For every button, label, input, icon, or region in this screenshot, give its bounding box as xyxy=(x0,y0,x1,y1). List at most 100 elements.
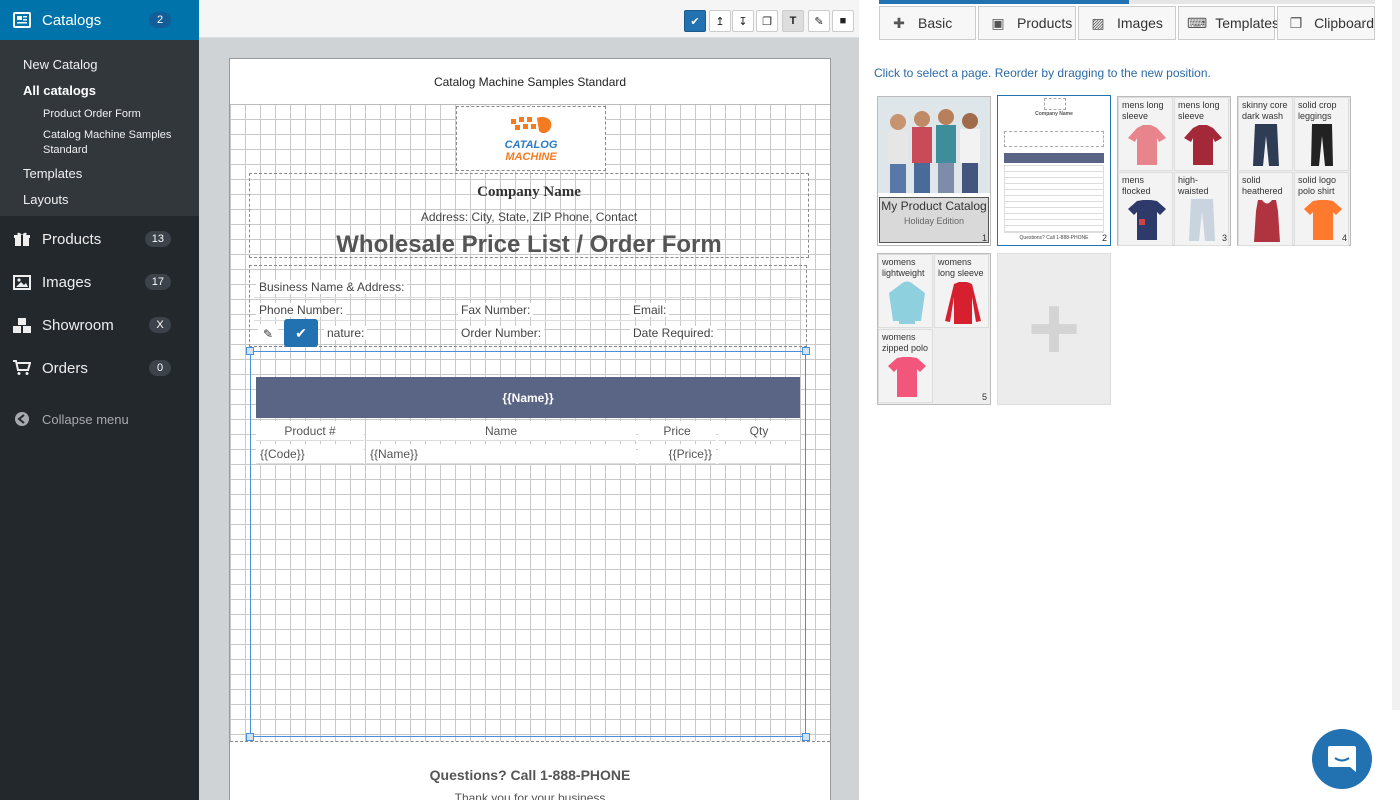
pin-icon: ✎ xyxy=(814,15,824,28)
product-cell: womens long sleeve xyxy=(934,254,989,328)
customer-fields-block[interactable]: Business Name & Address: Phone Number: F… xyxy=(249,265,807,347)
delete-button[interactable]: ■ xyxy=(832,10,854,32)
tab-products-label: Products xyxy=(1017,15,1073,31)
edit-block-button[interactable]: ✎ xyxy=(258,324,278,344)
cover-title-block: My Product Catalog Holiday Edition xyxy=(879,197,989,243)
product-label: mens flocked xyxy=(1122,175,1151,196)
nav-products[interactable]: Products 13 xyxy=(0,219,199,259)
collapse-menu-button[interactable]: Collapse menu xyxy=(0,404,199,434)
submenu-catalog-machine-samples[interactable]: Catalog Machine Samples Standard xyxy=(43,128,183,158)
cart-icon xyxy=(12,358,32,378)
move-down-button[interactable]: ↧ xyxy=(732,10,754,32)
submenu-all-catalogs[interactable]: All catalogs xyxy=(23,83,96,98)
business-field-label: Business Name & Address: xyxy=(256,280,408,294)
email-field-label: Email: xyxy=(630,303,670,317)
catalog-page[interactable]: Catalog Machine Samples Standard CATALOG… xyxy=(229,58,831,800)
apply-button[interactable]: ✔ xyxy=(684,10,706,32)
nav-catalogs[interactable]: Catalogs 2 xyxy=(0,0,199,47)
move-up-button[interactable]: ↥ xyxy=(709,10,731,32)
cell-name: {{Name}} xyxy=(366,444,636,464)
nav-images[interactable]: Images 17 xyxy=(0,262,199,302)
nav-orders[interactable]: Orders 0 xyxy=(0,348,199,388)
pages-panel: ✚ Basic ▣ Products ▨ Images ⌨ Templates ❐ Cli… xyxy=(859,0,1400,800)
product-cell: mens long sleeve xyxy=(1118,97,1173,171)
tab-products[interactable]: ▣ Products xyxy=(978,6,1076,40)
panel-scrollbar[interactable] xyxy=(1392,0,1400,710)
resize-handle-top-left[interactable] xyxy=(246,347,254,355)
page-header[interactable]: Catalog Machine Samples Standard xyxy=(230,59,830,105)
submenu-new-catalog[interactable]: New Catalog xyxy=(23,57,97,72)
editor-canvas-area: ✔ ↥ ↧ ❐ T ✎ ■ Catalog Machine Samples St… xyxy=(199,0,859,800)
tab-images[interactable]: ▨ Images xyxy=(1078,6,1176,40)
page-thumbnail-3[interactable]: mens long sleeve mens long sleeve mens f… xyxy=(1117,96,1231,246)
image-icon: ▨ xyxy=(1091,14,1105,31)
product-cell: womens zipped polo xyxy=(878,329,933,403)
jeans-icon xyxy=(1189,199,1215,241)
cubes-icon xyxy=(12,315,32,335)
tab-images-label: Images xyxy=(1117,15,1163,31)
product-cell: solid crop leggings xyxy=(1294,97,1349,171)
product-label: womens zipped polo xyxy=(882,332,929,353)
product-label: womens long sleeve xyxy=(938,257,984,278)
catalogs-submenu: New Catalog All catalogs Product Order F… xyxy=(0,40,199,216)
company-name: Company Name xyxy=(477,184,581,200)
date-required-field-label: Date Required: xyxy=(630,326,717,340)
product-label: solid crop leggings xyxy=(1298,100,1337,121)
resize-handle-top-right[interactable] xyxy=(802,347,810,355)
column-header-price: Price xyxy=(638,421,716,441)
product-label: womens lightweight xyxy=(882,257,925,278)
fax-field-label: Fax Number: xyxy=(458,303,534,317)
submenu-templates[interactable]: Templates xyxy=(23,166,82,181)
product-label: solid logo polo shirt xyxy=(1298,175,1337,196)
catalogs-count-badge: 2 xyxy=(149,12,171,28)
gift-icon xyxy=(12,229,32,249)
product-label: solid heathered xyxy=(1242,175,1283,196)
mini-table-rows xyxy=(1004,165,1104,233)
collapse-arrow-icon xyxy=(12,409,32,429)
logo-flag-icon xyxy=(511,116,552,133)
tab-clipboard[interactable]: ❐ Clipboard xyxy=(1277,6,1375,40)
text-tool-button[interactable]: T xyxy=(782,10,804,32)
collapse-menu-label: Collapse menu xyxy=(42,411,129,427)
cover-title: My Product Catalog xyxy=(881,199,987,213)
company-info-block[interactable]: Company Name Address: City, State, ZIP P… xyxy=(249,173,809,258)
page-thumbnail-5[interactable]: womens lightweight womens long sleeve wo… xyxy=(877,253,991,405)
order-number-field-label: Order Number: xyxy=(458,326,545,340)
footer-title: Questions? Call 1-888-PHONE xyxy=(429,767,631,783)
add-page-button[interactable]: + xyxy=(997,253,1111,405)
text-icon: T xyxy=(789,15,797,27)
footer-subtitle: Thank you for your business xyxy=(454,791,606,800)
submenu-layouts[interactable]: Layouts xyxy=(23,192,69,207)
confirm-block-button[interactable]: ✔ xyxy=(284,319,318,347)
chat-launcher-button[interactable] xyxy=(1312,729,1372,789)
product-cell: solid heathered xyxy=(1238,172,1293,246)
cell-code: {{Code}} xyxy=(256,444,364,464)
product-cell: skinny core dark wash xyxy=(1238,97,1293,171)
tab-templates[interactable]: ⌨ Templates xyxy=(1178,6,1279,40)
panel-progress xyxy=(879,0,1375,4)
trash-icon: ■ xyxy=(839,15,847,27)
resize-handle-bottom-left[interactable] xyxy=(246,733,254,741)
logo-block[interactable]: CATALOG MACHINE xyxy=(456,106,606,171)
mini-fields xyxy=(1004,131,1104,147)
page-thumbnail-1[interactable]: My Product Catalog Holiday Edition 1 xyxy=(877,96,991,246)
product-label: skinny core dark wash xyxy=(1242,100,1288,121)
page-thumbnail-4[interactable]: skinny core dark wash solid crop legging… xyxy=(1237,96,1351,246)
hoodie-icon xyxy=(889,281,925,324)
nav-images-label: Images xyxy=(42,273,92,291)
phone-field-label: Phone Number: xyxy=(256,303,347,317)
tab-basic[interactable]: ✚ Basic xyxy=(879,6,976,40)
page-thumbnail-2[interactable]: Company Name Questions? Call 1-888-PHONE… xyxy=(997,95,1111,246)
pin-button[interactable]: ✎ xyxy=(808,10,830,32)
orders-count-badge: 0 xyxy=(149,360,171,376)
resize-handle-bottom-right[interactable] xyxy=(802,733,810,741)
submenu-product-order-form[interactable]: Product Order Form xyxy=(43,107,183,122)
gift-icon: ▣ xyxy=(991,14,1005,31)
nav-orders-label: Orders xyxy=(42,359,88,377)
page-footer-block[interactable]: Questions? Call 1-888-PHONE Thank you fo… xyxy=(230,741,830,800)
nav-showroom[interactable]: Showroom X xyxy=(0,305,199,345)
column-header-name: Name xyxy=(366,421,636,441)
polo-shirt-icon xyxy=(1304,200,1342,240)
page-number: 3 xyxy=(1221,233,1227,243)
copy-button[interactable]: ❐ xyxy=(756,10,778,32)
